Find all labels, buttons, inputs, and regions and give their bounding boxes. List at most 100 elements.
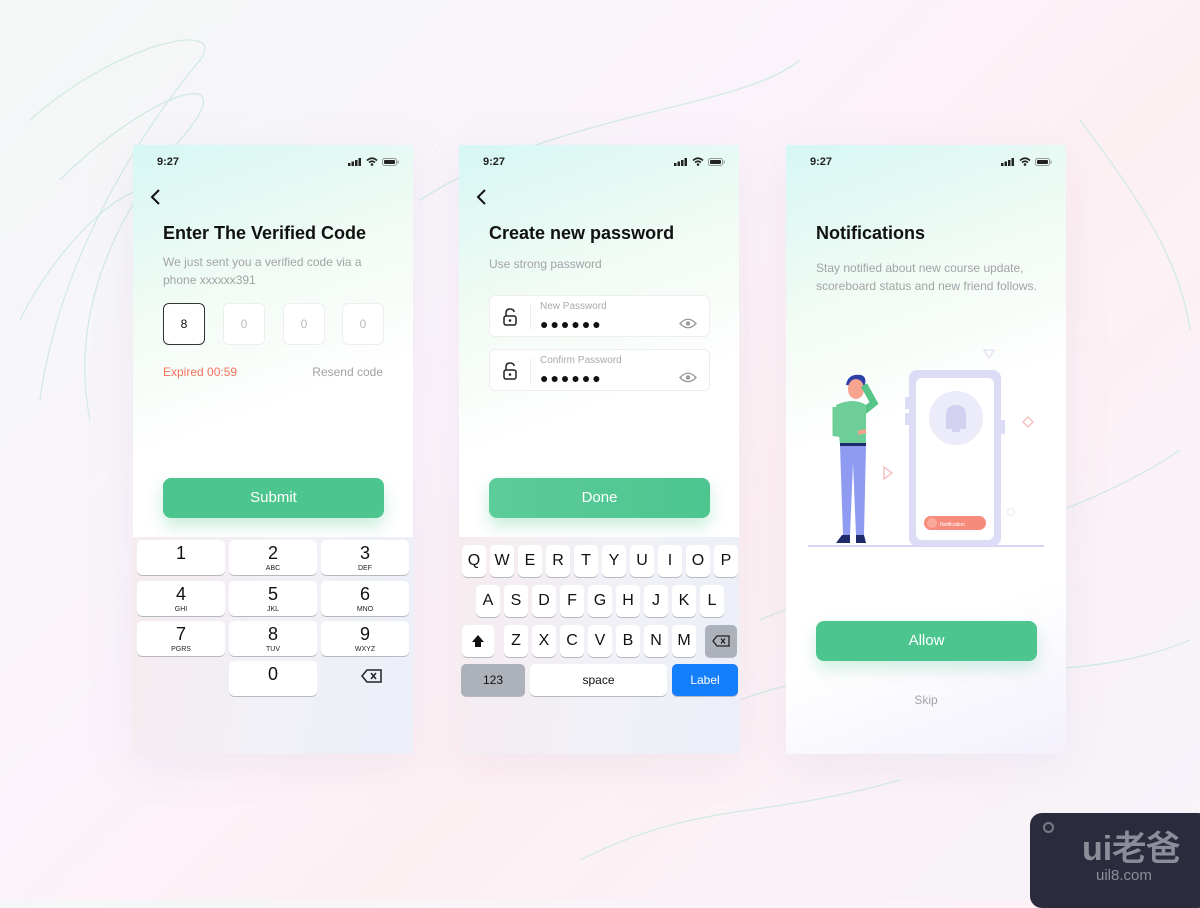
key-u[interactable]: U: [630, 545, 654, 577]
key-letters: WXYZ: [354, 646, 376, 653]
key-n[interactable]: N: [644, 625, 668, 657]
page-subtitle: Use strong password: [489, 257, 602, 271]
key-g[interactable]: G: [588, 585, 612, 617]
key-f[interactable]: F: [560, 585, 584, 617]
key-l[interactable]: L: [700, 585, 724, 617]
page-subtitle: We just sent you a verified code via a p…: [163, 255, 362, 287]
keypad-key-1[interactable]: 1: [137, 540, 225, 575]
key-e[interactable]: E: [518, 545, 542, 577]
battery-icon: [1035, 157, 1052, 166]
shift-key[interactable]: [462, 625, 494, 657]
key-r[interactable]: R: [546, 545, 570, 577]
divider: [530, 304, 531, 330]
keypad-key-5[interactable]: 5 JKL: [229, 581, 317, 616]
key-digit: 3: [359, 543, 370, 563]
alpha-keyboard: 123 space Label QWERTYUIOP ASDFGHJKL ZXCVB…: [459, 537, 739, 754]
key-w[interactable]: W: [490, 545, 514, 577]
skip-link[interactable]: Skip: [786, 693, 1066, 707]
unlock-icon: [503, 308, 517, 326]
shift-icon: [472, 635, 484, 647]
keypad-key-3[interactable]: 3 DEF: [321, 540, 409, 575]
keypad-key-4[interactable]: 4 GHI: [137, 581, 225, 616]
backspace-icon[interactable]: [361, 669, 383, 683]
allow-button[interactable]: Allow: [816, 621, 1037, 661]
eye-icon[interactable]: [679, 318, 697, 329]
key-digit: 2: [267, 543, 278, 563]
key-p[interactable]: P: [714, 545, 738, 577]
page-title: Notifications: [816, 223, 926, 243]
status-icons: [1001, 157, 1052, 166]
keypad-key-9[interactable]: 9 WXYZ: [321, 621, 409, 656]
key-digit: 7: [175, 624, 186, 644]
key-letters: PGRS: [171, 646, 191, 653]
keypad-key-7[interactable]: 7 PGRS: [137, 621, 225, 656]
code-digit-3[interactable]: 0: [283, 303, 325, 345]
battery-icon: [382, 157, 399, 166]
key-y[interactable]: Y: [602, 545, 626, 577]
key-digit: 0: [267, 664, 278, 684]
key-digit: 9: [359, 624, 370, 644]
key-o[interactable]: O: [686, 545, 710, 577]
back-chevron-icon[interactable]: [149, 187, 163, 207]
key-letters: DEF: [358, 565, 372, 572]
verify-code-screen: 9:27 Enter The Verified Code We just sen…: [133, 145, 413, 754]
space-key[interactable]: space: [530, 664, 667, 696]
key-j[interactable]: J: [644, 585, 668, 617]
key-digit: 1: [175, 543, 186, 563]
code-digit-2[interactable]: 0: [223, 303, 265, 345]
wifi-icon: [692, 157, 704, 166]
divider: [530, 358, 531, 384]
page-title: Create new password: [489, 223, 675, 243]
status-time: 9:27: [483, 156, 506, 168]
back-chevron-icon[interactable]: [475, 187, 489, 207]
field-value: ●●●●●●: [540, 316, 603, 332]
keypad-key-6[interactable]: 6 MNO: [321, 581, 409, 616]
key-c[interactable]: C: [560, 625, 584, 657]
key-h[interactable]: H: [616, 585, 640, 617]
status-time: 9:27: [157, 156, 180, 168]
field-value: ●●●●●●: [540, 370, 603, 386]
key-k[interactable]: K: [672, 585, 696, 617]
watermark-brand: ui老爸: [1082, 830, 1181, 868]
keypad-key-0[interactable]: 0: [229, 661, 317, 696]
key-b[interactable]: B: [616, 625, 640, 657]
key-m[interactable]: M: [672, 625, 696, 657]
wifi-icon: [1019, 157, 1031, 166]
key-digit: 5: [267, 584, 278, 604]
key-letters: MNO: [356, 606, 374, 613]
create-password-screen: 9:27 Create new password Use strong pass…: [459, 145, 739, 754]
confirm-password-field[interactable]: Confirm Password ●●●●●●: [489, 349, 710, 391]
delete-key[interactable]: [705, 625, 737, 657]
keypad-key-2[interactable]: 2 ABC: [229, 540, 317, 575]
battery-icon: [708, 157, 725, 166]
key-s[interactable]: S: [504, 585, 528, 617]
numeric-keypad: 1 2 ABC 3 DEF 4 GHI 5 JKL 6 MNO 7 PGRS 8 TUV 9 WXYZ 0: [133, 537, 413, 754]
watermark-badge: ui老爸 uil8.com: [1030, 813, 1200, 908]
key-v[interactable]: V: [588, 625, 612, 657]
key-digit: 4: [175, 584, 186, 604]
key-i[interactable]: I: [658, 545, 682, 577]
resend-code-link[interactable]: Resend code: [312, 365, 383, 379]
key-d[interactable]: D: [532, 585, 556, 617]
key-digit: 8: [267, 624, 278, 644]
code-digit-1[interactable]: 8: [163, 303, 205, 345]
keypad-key-8[interactable]: 8 TUV: [229, 621, 317, 656]
new-password-field[interactable]: New Password ●●●●●●: [489, 295, 710, 337]
key-q[interactable]: Q: [462, 545, 486, 577]
key-letters: GHI: [174, 606, 188, 613]
return-key[interactable]: Label: [672, 664, 738, 696]
notification-illustration: Notification: [808, 349, 1044, 547]
key-t[interactable]: T: [574, 545, 598, 577]
code-digit-4[interactable]: 0: [342, 303, 384, 345]
expiry-timer: Expired 00:59: [163, 365, 238, 379]
unlock-icon: [503, 362, 517, 380]
key-z[interactable]: Z: [504, 625, 528, 657]
numbers-key[interactable]: 123: [461, 664, 525, 696]
signal-icon: [674, 157, 687, 166]
key-x[interactable]: X: [532, 625, 556, 657]
key-a[interactable]: A: [476, 585, 500, 617]
done-button[interactable]: Done: [489, 478, 710, 518]
eye-icon[interactable]: [679, 372, 697, 383]
submit-button[interactable]: Submit: [163, 478, 384, 518]
field-label: Confirm Password: [540, 355, 622, 366]
